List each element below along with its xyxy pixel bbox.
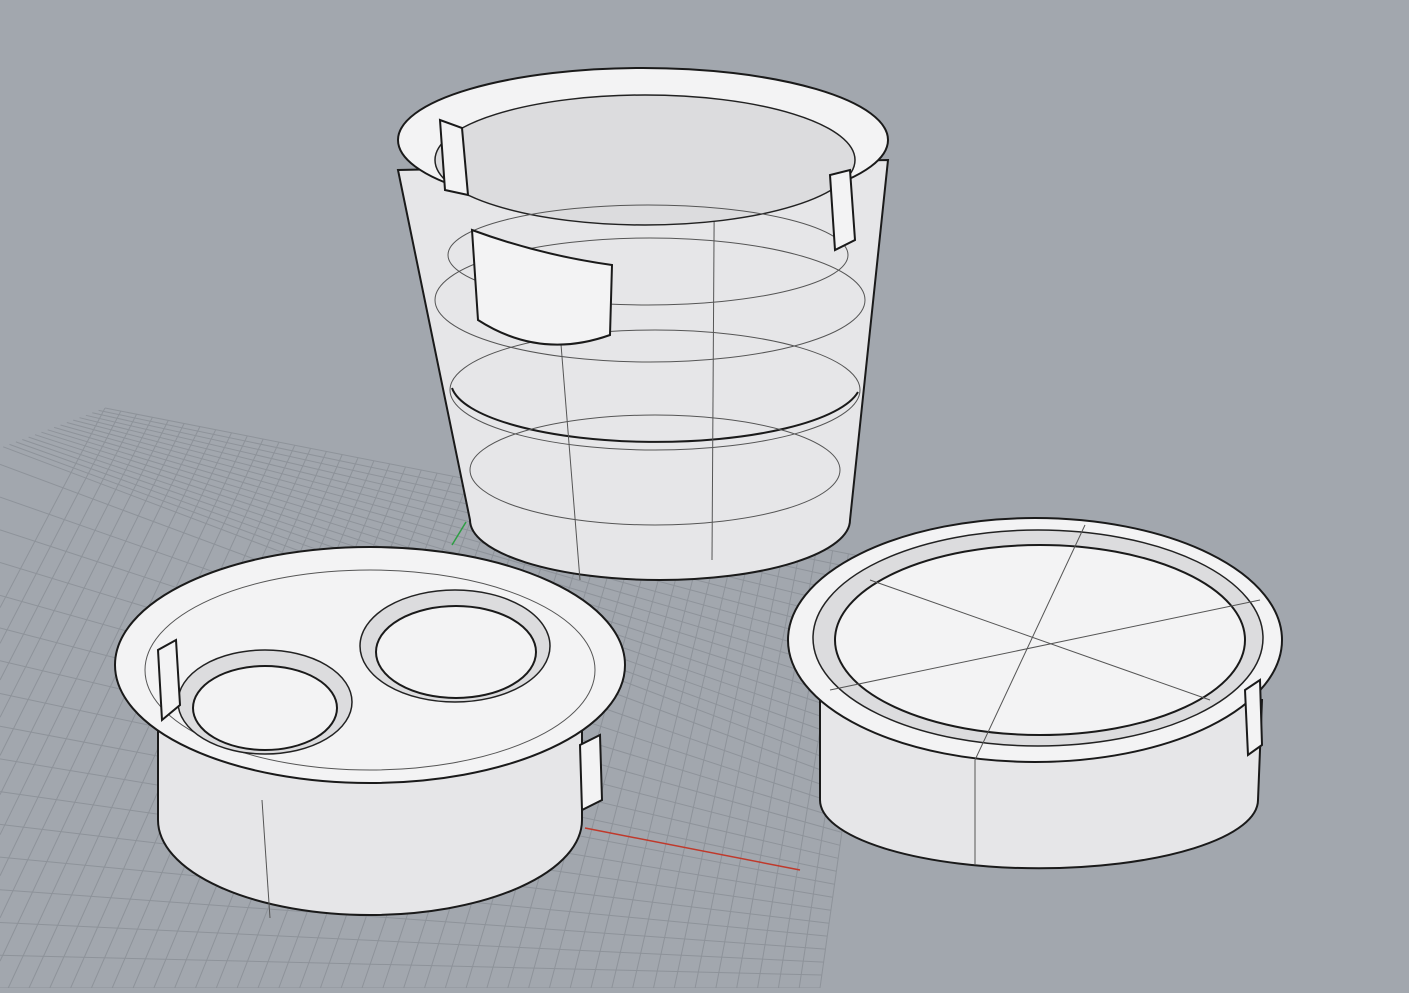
grid-line — [694, 541, 786, 989]
y-axis-line — [451, 521, 467, 546]
grid-line — [715, 544, 802, 989]
cup-object[interactable] — [396, 67, 890, 581]
plain-lid-object[interactable] — [787, 517, 1283, 870]
perspective-viewport[interactable] — [0, 0, 1409, 989]
lid-with-holes-object[interactable] — [114, 546, 626, 919]
viewport-canvas[interactable] — [0, 0, 1409, 989]
grid-line — [0, 413, 138, 681]
x-axis-line — [584, 827, 801, 871]
grid-line — [611, 528, 723, 989]
grid-line — [673, 538, 770, 989]
grid-line — [653, 535, 754, 989]
grid-line — [0, 410, 122, 644]
grid-line — [0, 922, 824, 963]
